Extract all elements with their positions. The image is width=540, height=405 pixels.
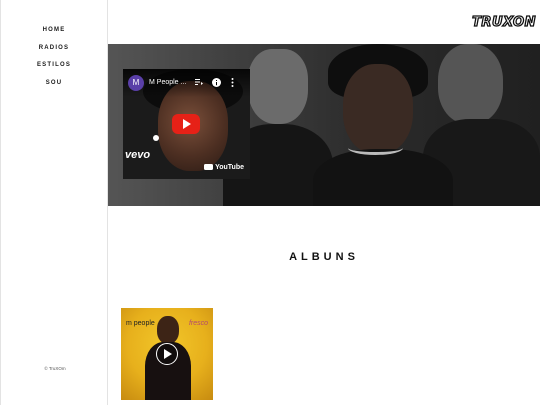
sidebar: HOME RADIOS ESTILOS SOU © TruXOm bbox=[0, 0, 108, 405]
info-icon[interactable] bbox=[212, 78, 221, 90]
hero-person-right bbox=[438, 44, 503, 124]
album-title-text: fresco bbox=[188, 320, 208, 327]
channel-avatar[interactable]: M bbox=[128, 75, 144, 91]
copyright-text: © TruXOm bbox=[44, 366, 66, 371]
album-play-icon[interactable] bbox=[156, 343, 178, 365]
albums-heading: ALBUNS bbox=[289, 251, 359, 263]
video-title[interactable]: M People ... bbox=[149, 79, 186, 86]
hero-person-left bbox=[248, 49, 308, 124]
main-nav: HOME RADIOS ESTILOS SOU bbox=[1, 25, 107, 95]
nav-item-sou[interactable]: SOU bbox=[1, 78, 107, 96]
play-icon[interactable] bbox=[172, 114, 200, 134]
youtube-logo-icon[interactable]: YouTube bbox=[204, 164, 244, 171]
nav-item-home[interactable]: HOME bbox=[1, 25, 107, 43]
more-vertical-icon[interactable] bbox=[231, 78, 234, 90]
album-artist-text: m people bbox=[126, 320, 155, 327]
playlist-icon[interactable] bbox=[195, 78, 203, 89]
youtube-label: YouTube bbox=[215, 164, 244, 171]
nav-item-estilos[interactable]: ESTILOS bbox=[1, 60, 107, 78]
album-card[interactable]: m people fresco bbox=[121, 308, 213, 400]
nav-item-radios[interactable]: RADIOS bbox=[1, 43, 107, 61]
site-logo[interactable]: TRUXON bbox=[460, 15, 536, 30]
vevo-watermark: vevo bbox=[125, 149, 151, 161]
youtube-video-embed[interactable]: M M People ... vevo YouTube bbox=[123, 69, 250, 179]
